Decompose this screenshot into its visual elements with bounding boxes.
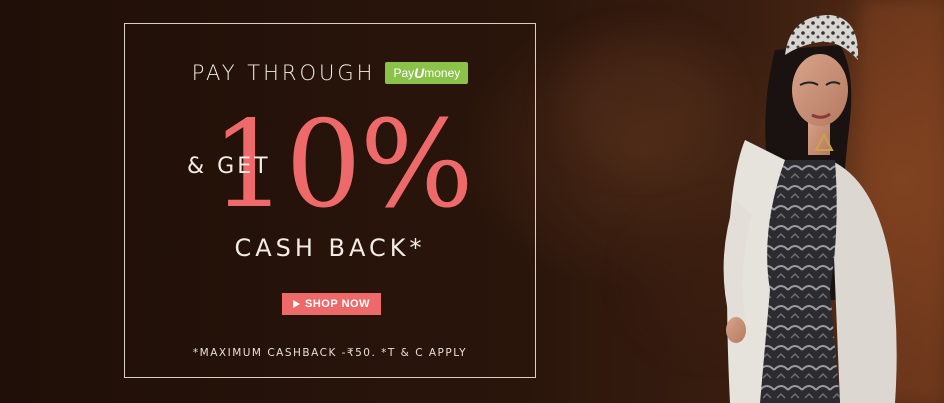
shop-now-label: SHOP NOW — [305, 298, 370, 310]
pay-through-text: PAY THROUGH — [191, 61, 376, 85]
promo-banner[interactable]: PAY THROUGH Pay Umoney 10% & GET CASH BAC… — [0, 0, 944, 403]
payu-logo-u: U — [414, 65, 425, 81]
payu-logo-pay: Pay — [393, 66, 415, 80]
model-photo — [723, 15, 897, 403]
play-icon — [293, 300, 301, 308]
and-get-text: & GET — [187, 154, 271, 179]
payu-logo-money: money — [424, 66, 461, 80]
payumoney-logo: Pay Umoney — [385, 62, 469, 84]
discount-group: 10% & GET — [125, 106, 535, 246]
pay-through-row: PAY THROUGH Pay Umoney — [125, 61, 535, 85]
promo-box: PAY THROUGH Pay Umoney 10% & GET CASH BAC… — [124, 23, 536, 378]
cashback-text: CASH BACK* — [234, 234, 426, 262]
terms-text: *MAXIMUM CASHBACK -₹50. *T & C APPLY — [192, 347, 468, 359]
shop-now-button[interactable]: SHOP NOW — [282, 293, 381, 315]
